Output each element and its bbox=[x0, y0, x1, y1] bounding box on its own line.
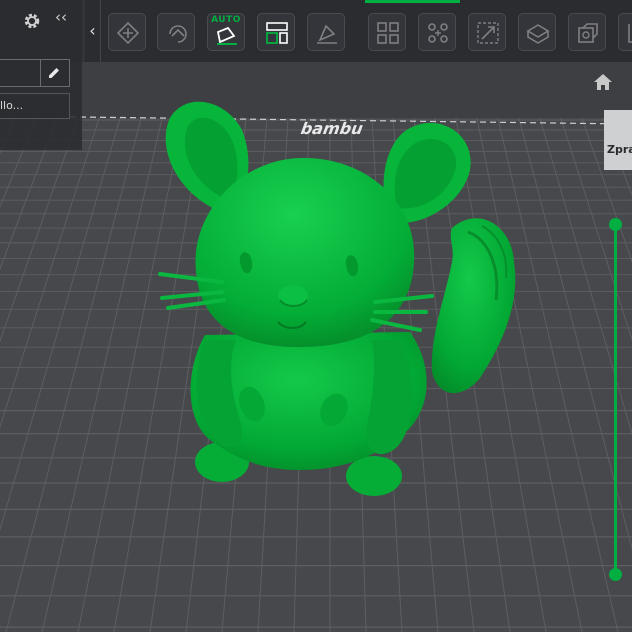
add-plate-icon bbox=[116, 21, 140, 45]
view-cube-face bbox=[604, 110, 632, 170]
3d-viewport[interactable]: bambu bbox=[0, 0, 632, 632]
split-objects-icon bbox=[377, 22, 399, 44]
scale-icon bbox=[477, 22, 499, 44]
view-cube-label: Zpra bbox=[607, 143, 632, 156]
view-cube[interactable]: Zpra bbox=[604, 110, 632, 170]
auto-orient-button[interactable] bbox=[157, 13, 195, 51]
scale-button[interactable] bbox=[468, 13, 506, 51]
split-objects-button[interactable] bbox=[368, 13, 406, 51]
auto-orient-icon bbox=[169, 25, 187, 43]
field-divider bbox=[40, 60, 41, 86]
arrange-icon bbox=[266, 22, 288, 44]
collapse-panel-icon[interactable]: ‹‹ bbox=[55, 8, 67, 26]
left-panel: ‹‹ llo... bbox=[0, 0, 82, 150]
arrange-button[interactable] bbox=[257, 13, 295, 51]
lay-on-face-icon bbox=[317, 24, 337, 44]
collapse-toolbar-button[interactable]: ‹ bbox=[85, 0, 101, 62]
model-chinchilla[interactable] bbox=[0, 0, 632, 632]
auto-orient-all-button[interactable]: AUTO bbox=[207, 13, 245, 51]
slice-plane-button[interactable] bbox=[518, 13, 556, 51]
pencil-icon[interactable] bbox=[46, 65, 62, 81]
lay-on-face-button[interactable] bbox=[307, 13, 345, 51]
split-parts-icon bbox=[428, 23, 448, 43]
add-plate-button[interactable] bbox=[108, 13, 146, 51]
object-list-item[interactable]: llo... bbox=[0, 93, 70, 119]
main-toolbar: AUTO bbox=[85, 0, 632, 62]
split-parts-button[interactable] bbox=[418, 13, 456, 51]
measure-button[interactable] bbox=[618, 13, 632, 51]
layer-slider-track[interactable] bbox=[614, 224, 617, 576]
gear-icon[interactable] bbox=[22, 11, 42, 31]
measure-icon bbox=[628, 24, 632, 43]
boolean-icon bbox=[578, 23, 598, 43]
boolean-button[interactable] bbox=[568, 13, 606, 51]
auto-orient-all-icon bbox=[216, 26, 237, 45]
layer-slider-top-handle[interactable] bbox=[609, 218, 622, 231]
object-name-field[interactable] bbox=[0, 59, 70, 87]
toolbar-accent bbox=[365, 0, 460, 3]
layer-slider-bottom-handle[interactable] bbox=[609, 568, 622, 581]
home-icon[interactable] bbox=[593, 73, 613, 91]
slice-plane-icon bbox=[526, 24, 550, 44]
